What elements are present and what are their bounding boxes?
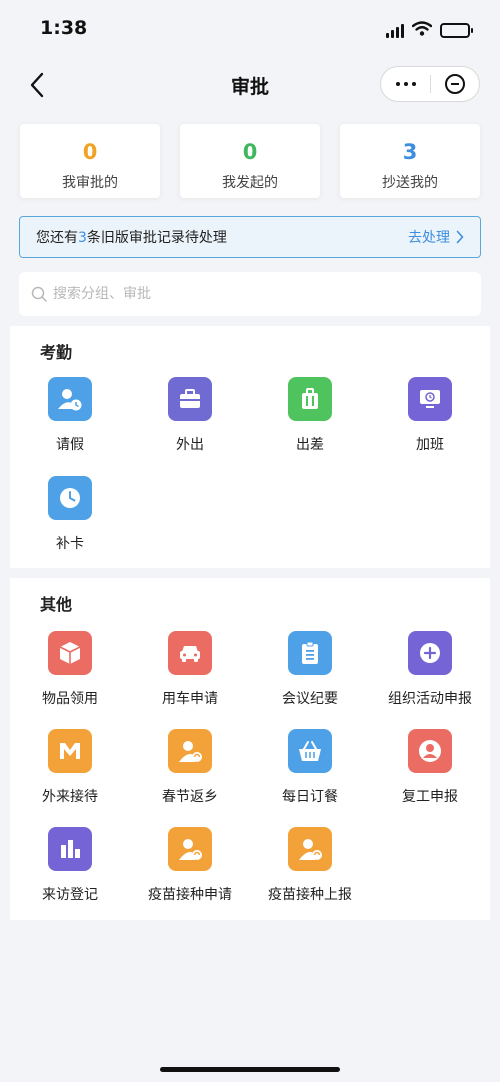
- grid-item-daily-meal-order[interactable]: 每日订餐: [250, 729, 370, 806]
- briefcase-icon: [168, 377, 212, 421]
- grid-item-activity-report[interactable]: 组织活动申报: [370, 631, 490, 708]
- grid-item-work-resumption-report[interactable]: 复工申报: [370, 729, 490, 806]
- legacy-records-notice[interactable]: 您还有3条旧版审批记录待处理 去处理: [19, 216, 481, 258]
- stat-cc-to-me[interactable]: 3 抄送我的: [340, 124, 480, 198]
- chevron-right-icon: [456, 230, 464, 244]
- grid-item-go-out[interactable]: 外出: [130, 377, 250, 454]
- person-refresh-icon: [288, 827, 332, 871]
- basket-icon: [288, 729, 332, 773]
- grid-item-label: 每日订餐: [282, 789, 338, 805]
- stat-label: 抄送我的: [382, 175, 438, 191]
- grid-item-vaccination-report[interactable]: 疫苗接种上报: [250, 827, 370, 904]
- luggage-icon: [288, 377, 332, 421]
- section-title: 其他: [40, 595, 73, 614]
- grid-item-label: 加班: [416, 437, 444, 453]
- grid-item-clock-in-correction[interactable]: 补卡: [10, 476, 130, 553]
- close-button[interactable]: [431, 67, 479, 101]
- grid-item-label: 来访登记: [42, 887, 98, 903]
- grid-item-label: 补卡: [56, 536, 84, 552]
- stat-value: 0: [242, 140, 258, 164]
- search-icon: [31, 286, 47, 302]
- stats-row: 0 我审批的 0 我发起的 3 抄送我的: [20, 124, 480, 198]
- section-attendance: 考勤 请假 外出 出差 加班 补卡: [10, 326, 490, 568]
- person-circle-icon: [408, 729, 452, 773]
- go-process-link[interactable]: 去处理: [408, 227, 464, 247]
- car-icon: [168, 631, 212, 675]
- grid-item-label: 用车申请: [162, 691, 218, 707]
- grid-item-label: 请假: [56, 437, 84, 453]
- battery-icon: [440, 23, 473, 38]
- people-icon: [48, 729, 92, 773]
- monitor-clock-icon: [408, 377, 452, 421]
- stat-my-approvals[interactable]: 0 我审批的: [20, 124, 160, 198]
- search-input[interactable]: [53, 286, 453, 302]
- grid-item-vaccination-application[interactable]: 疫苗接种申请: [130, 827, 250, 904]
- nav-bar: 审批: [0, 60, 500, 110]
- search-bar: [19, 272, 481, 316]
- grid-item-spring-festival-return[interactable]: 春节返乡: [130, 729, 250, 806]
- grid-item-overtime[interactable]: 加班: [370, 377, 490, 454]
- grid-item-label: 物品领用: [42, 691, 98, 707]
- grid-item-vehicle-request[interactable]: 用车申请: [130, 631, 250, 708]
- cellular-signal-icon: [386, 23, 404, 38]
- grid-item-label: 复工申报: [402, 789, 458, 805]
- notice-count: 3: [78, 230, 87, 246]
- grid-item-label: 会议纪要: [282, 691, 338, 707]
- stat-my-initiated[interactable]: 0 我发起的: [180, 124, 320, 198]
- grid-item-label: 疫苗接种申请: [148, 887, 232, 903]
- stat-value: 0: [82, 140, 98, 164]
- grid-item-label: 外来接待: [42, 789, 98, 805]
- grid-item-item-requisition[interactable]: 物品领用: [10, 631, 130, 708]
- grid-item-label: 组织活动申报: [388, 691, 472, 707]
- person-refresh-icon: [168, 729, 212, 773]
- more-button[interactable]: [381, 67, 430, 101]
- grid-item-label: 疫苗接种上报: [268, 887, 352, 903]
- person-clock-icon: [48, 377, 92, 421]
- grid-item-label: 春节返乡: [162, 789, 218, 805]
- box-icon: [48, 631, 92, 675]
- clipboard-icon: [288, 631, 332, 675]
- plus-circle-icon: [408, 631, 452, 675]
- section-other: 其他 物品领用 用车申请 会议纪要 组织活动申报 外来接待 春节返乡 每日订餐 …: [10, 578, 490, 920]
- bar-chart-icon: [48, 827, 92, 871]
- grid-item-meeting-minutes[interactable]: 会议纪要: [250, 631, 370, 708]
- grid-item-business-trip[interactable]: 出差: [250, 377, 370, 454]
- section-title: 考勤: [40, 343, 73, 362]
- grid-item-visitor-registration[interactable]: 来访登记: [10, 827, 130, 904]
- grid-item-label: 外出: [176, 437, 204, 453]
- status-bar: 1:38: [0, 0, 500, 56]
- go-process-label: 去处理: [408, 230, 450, 246]
- stat-label: 我审批的: [62, 175, 118, 191]
- close-circle-icon: [444, 74, 465, 94]
- home-indicator[interactable]: [160, 1067, 340, 1072]
- person-refresh-icon: [168, 827, 212, 871]
- stat-value: 3: [402, 140, 418, 164]
- grid-item-label: 出差: [296, 437, 324, 453]
- grid-item-leave[interactable]: 请假: [10, 377, 130, 454]
- wifi-icon: [411, 21, 433, 40]
- notice-text: 您还有3条旧版审批记录待处理: [36, 230, 227, 246]
- stat-label: 我发起的: [222, 175, 278, 191]
- mini-program-capsule: [380, 66, 480, 102]
- clock-icon: [48, 476, 92, 520]
- grid-item-visitor-reception[interactable]: 外来接待: [10, 729, 130, 806]
- status-time: 1:38: [40, 17, 88, 39]
